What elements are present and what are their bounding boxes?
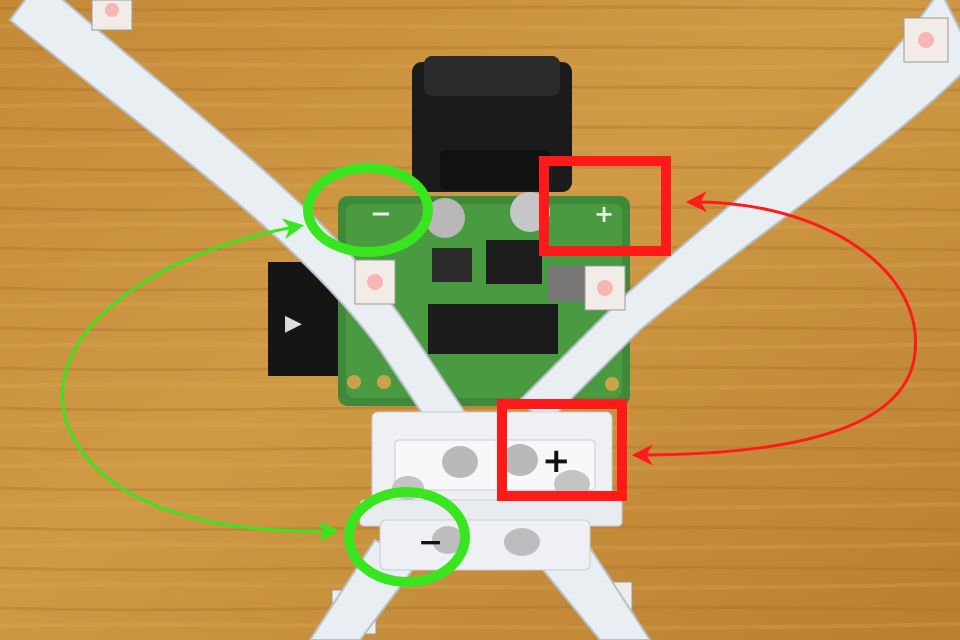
connector-plus-label: +	[542, 441, 571, 481]
photo-scene: ▶ − + + −	[0, 0, 960, 640]
board-plus-label: +	[594, 200, 614, 228]
tape-symbol: ▶	[285, 311, 302, 336]
board-minus-label: −	[370, 199, 392, 229]
connector-minus-label: −	[418, 525, 443, 560]
